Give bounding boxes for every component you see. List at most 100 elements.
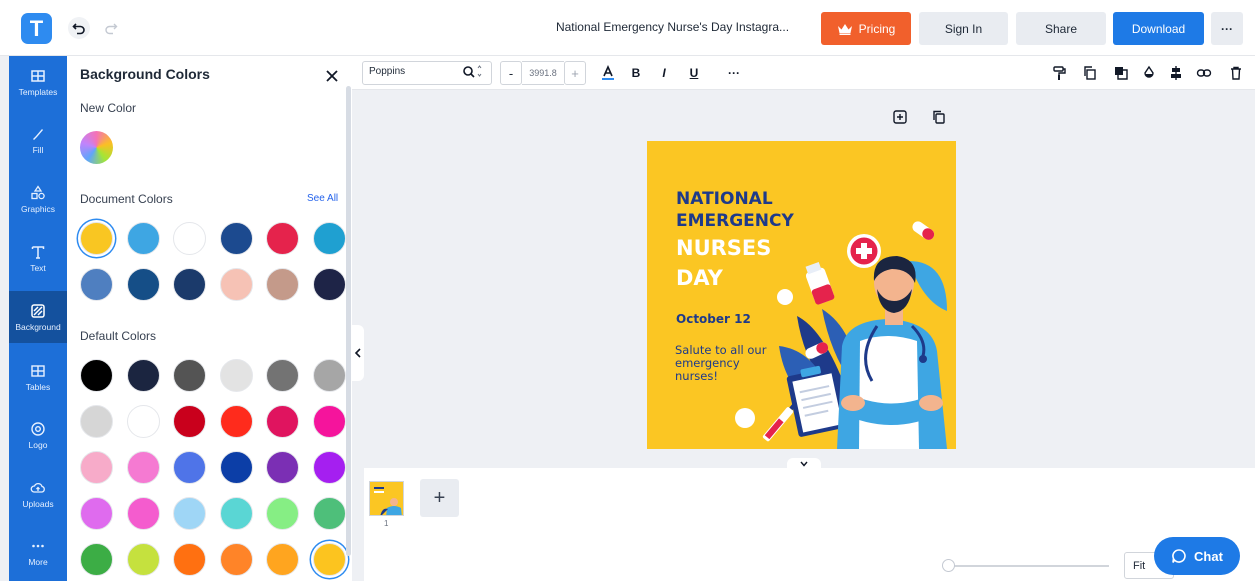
rail-item-logo[interactable]: Logo: [9, 409, 67, 461]
default-color-swatch[interactable]: [219, 497, 253, 530]
panel-scrollbar[interactable]: [346, 86, 351, 556]
copy-style-button[interactable]: [1049, 63, 1069, 83]
default-color-swatch[interactable]: [266, 405, 300, 438]
default-color-swatch[interactable]: [80, 497, 113, 530]
undo-button[interactable]: [68, 17, 90, 39]
link-button[interactable]: [1194, 63, 1214, 83]
page-thumbnail[interactable]: [369, 481, 404, 516]
default-color-swatch[interactable]: [266, 451, 300, 484]
download-button[interactable]: Download: [1113, 12, 1204, 45]
default-color-swatch[interactable]: [173, 405, 207, 438]
document-color-swatch[interactable]: [126, 222, 160, 255]
default-color-swatch[interactable]: [173, 497, 207, 530]
default-color-swatch[interactable]: [80, 359, 113, 392]
font-size-decrease-button[interactable]: -: [500, 61, 522, 85]
text-color-button[interactable]: [598, 63, 618, 83]
default-color-swatch[interactable]: [312, 497, 346, 530]
rail-item-background[interactable]: Background: [9, 291, 67, 343]
default-color-swatch[interactable]: [80, 543, 113, 576]
chat-button[interactable]: Chat: [1154, 537, 1240, 575]
rail-label: Templates: [18, 86, 58, 97]
document-color-swatch[interactable]: [173, 222, 207, 255]
document-color-swatch[interactable]: [80, 268, 113, 301]
rail-item-text[interactable]: Text: [9, 232, 67, 284]
font-size-increase-button[interactable]: +: [564, 61, 586, 85]
document-color-swatch[interactable]: [173, 268, 207, 301]
more-options-button[interactable]: ···: [1211, 12, 1243, 45]
default-color-swatch[interactable]: [126, 497, 160, 530]
artboard-heading-blue[interactable]: NATIONAL EMERGENCY: [676, 188, 794, 232]
default-color-swatch[interactable]: [266, 543, 300, 576]
artboard-date[interactable]: October 12: [676, 312, 751, 326]
table-icon: [31, 364, 45, 377]
align-button[interactable]: [1166, 63, 1186, 83]
rail-item-tables[interactable]: Tables: [9, 351, 67, 403]
bold-button[interactable]: B: [626, 63, 646, 83]
rail-item-uploads[interactable]: Uploads: [9, 468, 67, 520]
zoom-slider-handle[interactable]: [942, 559, 955, 572]
default-color-swatch[interactable]: [219, 451, 253, 484]
default-color-swatch[interactable]: [312, 543, 346, 576]
add-page-button[interactable]: +: [420, 479, 459, 517]
duplicate-page-button[interactable]: [930, 108, 948, 126]
default-color-swatch[interactable]: [219, 543, 253, 576]
font-search-button[interactable]: [459, 60, 483, 89]
text-toolbar: Poppins - 3991.8 + B I U ···: [352, 56, 1255, 90]
app-logo[interactable]: T: [21, 13, 52, 44]
pages-toggle-button[interactable]: [787, 458, 821, 470]
default-color-swatch[interactable]: [126, 359, 160, 392]
rail-item-more[interactable]: More: [9, 526, 67, 578]
sign-in-button[interactable]: Sign In: [919, 12, 1008, 45]
default-color-swatch[interactable]: [80, 451, 113, 484]
default-color-swatch[interactable]: [126, 451, 160, 484]
default-color-swatch[interactable]: [173, 543, 207, 576]
pricing-button[interactable]: Pricing: [821, 12, 911, 45]
artboard-subtitle[interactable]: Salute to all our emergency nurses!: [675, 344, 775, 383]
font-size-input[interactable]: 3991.8: [522, 61, 564, 85]
rail-item-graphics[interactable]: Graphics: [9, 173, 67, 225]
underline-button[interactable]: U: [684, 63, 704, 83]
share-button[interactable]: Share: [1016, 12, 1106, 45]
design-artboard[interactable]: NATIONAL EMERGENCY NURSES DAY October 12…: [647, 141, 956, 449]
document-title[interactable]: National Emergency Nurse's Day Instagra.…: [545, 20, 800, 34]
default-color-swatch[interactable]: [266, 359, 300, 392]
rail-item-templates[interactable]: Templates: [9, 56, 67, 108]
document-color-swatch[interactable]: [219, 268, 253, 301]
document-color-swatch[interactable]: [312, 222, 346, 255]
opacity-button[interactable]: [1139, 63, 1159, 83]
zoom-slider-track[interactable]: [949, 565, 1109, 567]
duplicate-button[interactable]: [1080, 63, 1100, 83]
delete-button[interactable]: [1226, 63, 1246, 83]
more-text-options-button[interactable]: ···: [724, 63, 744, 83]
collapse-panel-button[interactable]: [352, 325, 364, 381]
default-color-swatch[interactable]: [312, 359, 346, 392]
document-color-swatch[interactable]: [126, 268, 160, 301]
new-color-picker[interactable]: [80, 131, 113, 164]
rail-item-fill[interactable]: Fill: [9, 114, 67, 166]
rail-label: Background: [15, 321, 61, 332]
default-colors-grid: [80, 359, 346, 576]
cloud-upload-icon: [30, 482, 45, 493]
default-color-swatch[interactable]: [126, 543, 160, 576]
add-page-above-button[interactable]: [891, 108, 909, 126]
document-color-swatch[interactable]: [266, 268, 300, 301]
artboard-heading-white[interactable]: NURSES DAY: [676, 233, 771, 293]
default-color-swatch[interactable]: [266, 497, 300, 530]
default-color-swatch[interactable]: [219, 359, 253, 392]
default-color-swatch[interactable]: [126, 405, 160, 438]
italic-button[interactable]: I: [654, 63, 674, 83]
default-color-swatch[interactable]: [312, 405, 346, 438]
see-all-link[interactable]: See All: [307, 193, 338, 204]
document-color-swatch[interactable]: [80, 222, 113, 255]
redo-button[interactable]: [100, 17, 122, 39]
default-color-swatch[interactable]: [80, 405, 113, 438]
document-color-swatch[interactable]: [266, 222, 300, 255]
default-color-swatch[interactable]: [219, 405, 253, 438]
default-color-swatch[interactable]: [312, 451, 346, 484]
document-color-swatch[interactable]: [219, 222, 253, 255]
layer-button[interactable]: [1111, 63, 1131, 83]
document-color-swatch[interactable]: [312, 268, 346, 301]
default-color-swatch[interactable]: [173, 451, 207, 484]
default-color-swatch[interactable]: [173, 359, 207, 392]
close-panel-button[interactable]: [322, 66, 342, 86]
